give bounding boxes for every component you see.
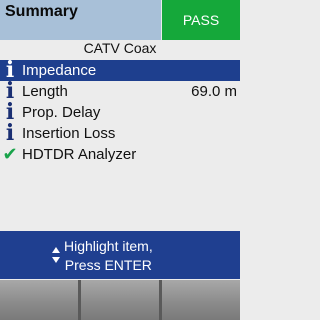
list-item-label: Impedance [22, 62, 97, 79]
info-icon: i [5, 120, 15, 146]
status-badge: PASS [162, 0, 240, 40]
softkey-2[interactable] [81, 280, 159, 320]
header: Summary PASS [0, 0, 240, 40]
instruction-text: Highlight item, Press ENTER [64, 238, 153, 273]
list-item-value: 69.0 m [191, 83, 237, 100]
list-item-label: Insertion Loss [22, 125, 116, 142]
list-item-label: HDTDR Analyzer [22, 146, 137, 163]
list-item-impedance[interactable]: i Impedance [0, 59, 240, 81]
instruction-bar: Highlight item, Press ENTER [0, 231, 240, 279]
list-item-label: Prop. Delay [22, 104, 101, 121]
softkey-1[interactable] [0, 280, 78, 320]
result-list: i Impedance i Length 69.0 m i Prop. Dela… [0, 59, 240, 165]
list-item-insertion-loss[interactable]: i Insertion Loss [0, 120, 240, 146]
header-title-area: Summary [0, 0, 161, 40]
list-item-label: Length [22, 83, 68, 100]
list-item-length[interactable]: i Length 69.0 m [0, 80, 240, 102]
cable-type-label: CATV Coax [83, 40, 157, 56]
up-down-arrows-icon [52, 247, 60, 263]
list-item-prop-delay[interactable]: i Prop. Delay [0, 101, 240, 123]
softkey-bar [0, 280, 240, 320]
softkey-3[interactable] [162, 280, 240, 320]
page-title: Summary [5, 3, 78, 20]
list-item-hdtdr-analyzer[interactable]: ✔ HDTDR Analyzer [0, 144, 240, 165]
check-icon: ✔ [2, 144, 18, 164]
